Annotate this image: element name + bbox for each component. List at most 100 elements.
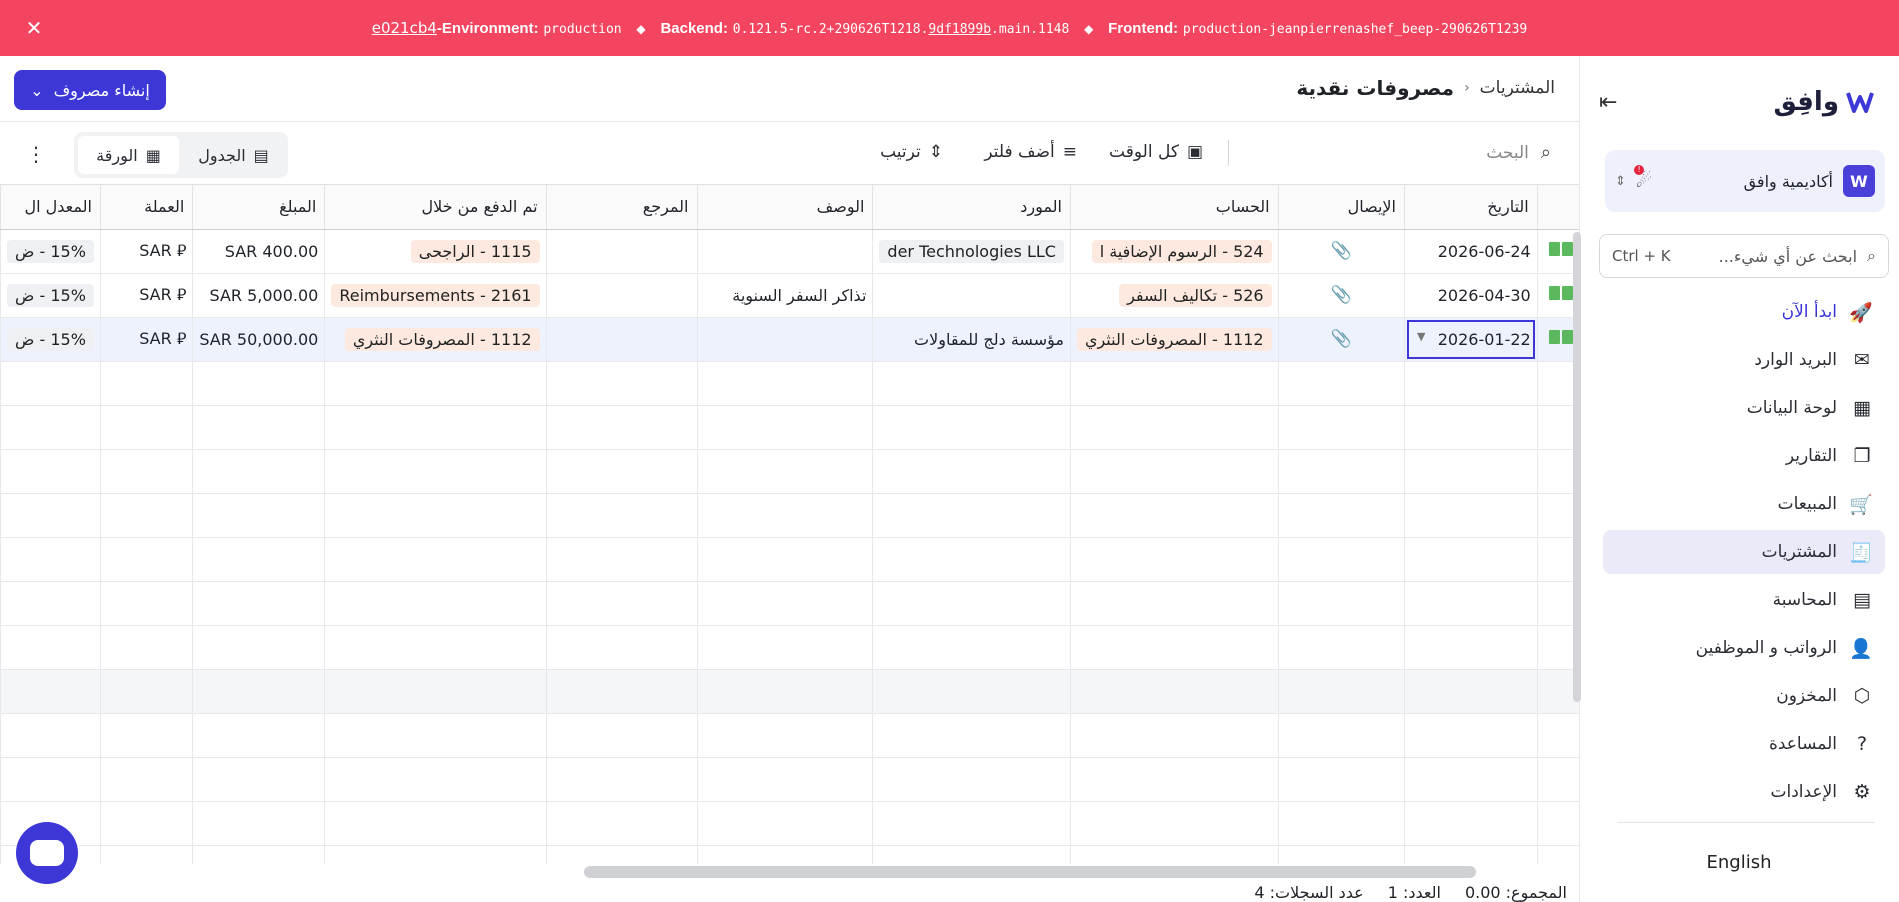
empty-cell[interactable] xyxy=(99,713,193,758)
empty-cell[interactable] xyxy=(872,845,1071,864)
empty-cell[interactable] xyxy=(696,625,873,670)
empty-cell[interactable] xyxy=(324,757,547,802)
empty-cell[interactable] xyxy=(1277,669,1405,714)
empty-cell[interactable] xyxy=(696,713,873,758)
sidebar-item-dashboard[interactable]: ▦ لوحة البيانات xyxy=(1603,386,1885,430)
empty-cell[interactable] xyxy=(1403,625,1538,670)
empty-cell[interactable] xyxy=(872,405,1071,450)
empty-cell[interactable] xyxy=(696,493,873,538)
view-table-tab[interactable]: ▤ الجدول xyxy=(183,136,284,174)
empty-cell[interactable] xyxy=(0,537,101,582)
amount-cell[interactable]: SAR 400.00 xyxy=(192,229,325,274)
column-header-date[interactable]: التاريخ xyxy=(1403,185,1538,230)
empty-cell[interactable] xyxy=(1403,845,1538,864)
empty-cell[interactable] xyxy=(192,845,325,864)
description-cell[interactable] xyxy=(696,317,873,362)
empty-cell[interactable] xyxy=(1069,493,1279,538)
empty-cell[interactable] xyxy=(99,581,193,626)
empty-cell[interactable] xyxy=(1069,757,1279,802)
empty-cell[interactable] xyxy=(696,537,873,582)
empty-cell[interactable] xyxy=(324,669,547,714)
date-cell[interactable]: 2026-06-24 xyxy=(1403,229,1538,274)
column-header-account[interactable]: الحساب xyxy=(1069,185,1279,230)
empty-cell[interactable] xyxy=(0,757,101,802)
empty-cell[interactable] xyxy=(696,845,873,864)
paid-through-cell[interactable]: 2161 - Reimbursements xyxy=(324,273,547,318)
column-header-paid-through[interactable]: تم الدفع من خلال xyxy=(324,185,547,230)
empty-cell[interactable] xyxy=(324,845,547,864)
empty-cell[interactable] xyxy=(324,625,547,670)
sidebar-item-inventory[interactable]: ⬡ المخزون xyxy=(1603,674,1885,718)
attach-icon[interactable]: 📎 xyxy=(1285,285,1398,305)
empty-cell[interactable] xyxy=(324,713,547,758)
empty-cell[interactable] xyxy=(1277,581,1405,626)
attach-icon[interactable]: 📎 xyxy=(1285,329,1398,349)
empty-cell[interactable] xyxy=(696,801,873,846)
empty-cell[interactable] xyxy=(192,537,325,582)
sidebar-item-purchases[interactable]: 🧾 المشتريات xyxy=(1603,530,1885,574)
empty-cell[interactable] xyxy=(545,625,697,670)
receipt-cell[interactable]: 📎 xyxy=(1277,273,1405,318)
empty-cell[interactable] xyxy=(1277,801,1405,846)
empty-cell[interactable] xyxy=(696,669,873,714)
empty-cell[interactable] xyxy=(192,625,325,670)
empty-cell[interactable] xyxy=(872,801,1071,846)
empty-cell[interactable] xyxy=(1403,449,1538,494)
more-options-icon[interactable]: ⋮ xyxy=(26,142,46,166)
empty-cell[interactable] xyxy=(99,361,193,406)
empty-cell[interactable] xyxy=(1069,801,1279,846)
description-cell[interactable]: تذاكر السفر السنوية xyxy=(696,273,873,318)
empty-cell[interactable] xyxy=(0,581,101,626)
empty-cell[interactable] xyxy=(872,493,1071,538)
vendor-cell[interactable]: der Technologies LLC xyxy=(872,229,1071,274)
sidebar-item-accounting[interactable]: ▤ المحاسبة xyxy=(1603,578,1885,622)
empty-cell[interactable] xyxy=(0,669,101,714)
empty-cell[interactable] xyxy=(1403,713,1538,758)
column-header-description[interactable]: الوصف xyxy=(696,185,873,230)
empty-cell[interactable] xyxy=(1277,845,1405,864)
empty-cell[interactable] xyxy=(324,537,547,582)
column-header-vendor[interactable]: المورد xyxy=(872,185,1071,230)
empty-cell[interactable] xyxy=(545,361,697,406)
attach-icon[interactable]: 📎 xyxy=(1285,241,1398,261)
global-search-input[interactable]: ⌕ ابحث عن أي شيء... Ctrl + K xyxy=(1599,234,1889,278)
empty-cell[interactable] xyxy=(545,757,697,802)
backend-hash-link[interactable]: 9df1899b xyxy=(928,22,991,37)
create-expense-button[interactable]: إنشاء مصروف ⌄ xyxy=(14,70,166,110)
amount-cell[interactable]: SAR 50,000.00 xyxy=(192,317,325,362)
add-filter-button[interactable]: ≡ أضف فلتر xyxy=(984,142,1077,162)
empty-cell[interactable] xyxy=(872,757,1071,802)
empty-cell[interactable] xyxy=(1277,537,1405,582)
empty-cell[interactable] xyxy=(545,669,697,714)
chat-launcher-button[interactable] xyxy=(16,822,78,884)
empty-cell[interactable] xyxy=(1069,405,1279,450)
empty-cell[interactable] xyxy=(0,361,101,406)
empty-cell[interactable] xyxy=(1069,361,1279,406)
rate-cell[interactable]: 15% - ض xyxy=(0,229,101,274)
empty-cell[interactable] xyxy=(1277,405,1405,450)
close-banner-icon[interactable]: ✕ xyxy=(22,16,46,40)
empty-cell[interactable] xyxy=(1536,757,1579,802)
empty-cell[interactable] xyxy=(872,449,1071,494)
empty-cell[interactable] xyxy=(1277,625,1405,670)
empty-cell[interactable] xyxy=(696,405,873,450)
empty-cell[interactable] xyxy=(545,581,697,626)
empty-cell[interactable] xyxy=(1069,625,1279,670)
logo[interactable]: وافِق xyxy=(1773,87,1875,117)
empty-cell[interactable] xyxy=(545,449,697,494)
empty-cell[interactable] xyxy=(1277,713,1405,758)
account-cell[interactable]: 1112 - المصروفات النثري xyxy=(1069,317,1279,362)
paid-through-cell[interactable]: 1115 - الراجحى xyxy=(324,229,547,274)
empty-cell[interactable] xyxy=(696,757,873,802)
empty-cell[interactable] xyxy=(324,405,547,450)
empty-cell[interactable] xyxy=(872,581,1071,626)
empty-cell[interactable] xyxy=(0,713,101,758)
empty-cell[interactable] xyxy=(872,669,1071,714)
empty-cell[interactable] xyxy=(1069,713,1279,758)
description-cell[interactable] xyxy=(696,229,873,274)
empty-cell[interactable] xyxy=(324,361,547,406)
sort-button[interactable]: ⇕ ترتيب xyxy=(880,142,943,162)
empty-cell[interactable] xyxy=(1403,537,1538,582)
receipt-cell[interactable]: 📎 xyxy=(1277,317,1405,362)
empty-cell[interactable] xyxy=(192,449,325,494)
